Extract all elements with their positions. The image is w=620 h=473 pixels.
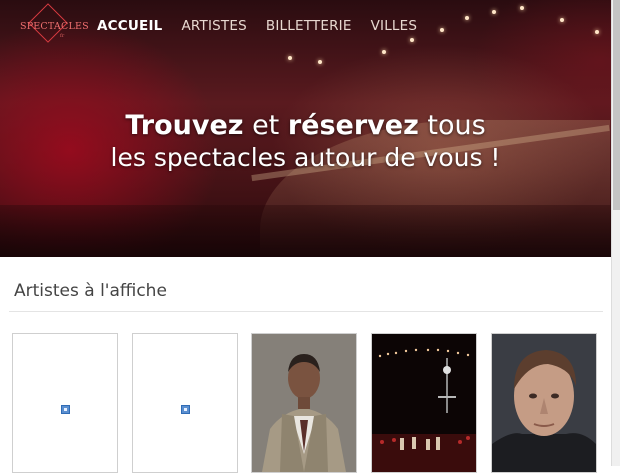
nav-item-accueil[interactable]: ACCUEIL — [97, 18, 162, 34]
artist-portrait-man-suit — [252, 334, 356, 472]
nav-item-billetterie[interactable]: BILLETTERIE — [266, 18, 352, 34]
section-title: Artistes à l'affiche — [14, 281, 167, 301]
artist-cards — [12, 333, 612, 473]
logo-text: SPECTACLES — [20, 21, 89, 32]
broken-image-icon — [181, 405, 190, 414]
hero-word-et: et — [243, 110, 288, 141]
concert-stage-photo — [372, 334, 476, 472]
page-scrollbar[interactable] — [611, 0, 620, 466]
hero-background-seats — [0, 205, 611, 257]
hero-headline-line2: les spectacles autour de vous ! — [110, 143, 501, 172]
artist-card[interactable] — [132, 333, 238, 473]
artist-card[interactable] — [12, 333, 118, 473]
nav-item-villes[interactable]: VILLES — [371, 18, 418, 34]
hero-headline: Trouvez et réservez tous les spectacles … — [0, 110, 611, 174]
artist-card[interactable] — [251, 333, 357, 473]
hero-headline-line1: Trouvez et réservez tous — [0, 110, 611, 142]
artist-card[interactable] — [371, 333, 477, 473]
logo-subtext: fr — [60, 33, 65, 39]
section-divider — [9, 311, 603, 312]
artist-portrait-man-closeup — [492, 334, 596, 472]
nav-item-artistes[interactable]: ARTISTES — [181, 18, 246, 34]
artist-card[interactable] — [491, 333, 597, 473]
site-logo[interactable]: SPECTACLES fr — [20, 3, 89, 45]
scrollbar-thumb[interactable] — [613, 0, 620, 210]
hero-word-reservez: réservez — [287, 110, 419, 141]
main-menu: ACCUEIL ARTISTES BILLETTERIE VILLES — [97, 18, 417, 34]
broken-image-icon — [61, 405, 70, 414]
top-navigation: SPECTACLES fr ACCUEIL ARTISTES BILLETTER… — [0, 0, 611, 56]
hero-word-trouvez: Trouvez — [125, 110, 244, 141]
hero-word-tous: tous — [418, 110, 486, 141]
